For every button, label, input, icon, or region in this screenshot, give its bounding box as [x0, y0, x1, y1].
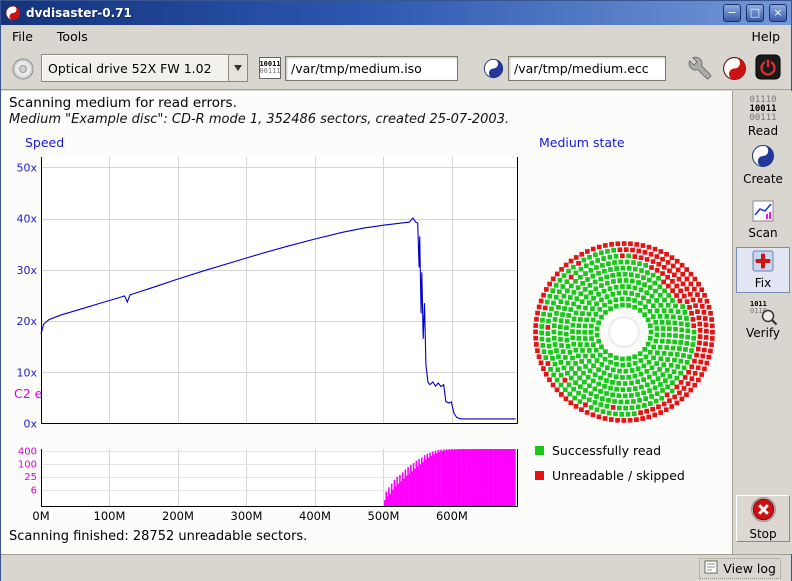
verify-button-label: Verify	[746, 326, 780, 340]
legend-read-label: Successfully read	[552, 443, 661, 458]
drive-selector[interactable]: Optical drive 52X FW 1.02	[41, 54, 248, 82]
svg-text:400M: 400M	[299, 509, 331, 523]
scan-result: Scanning finished: 28752 unreadable sect…	[9, 529, 307, 544]
menu-file[interactable]: File	[9, 28, 36, 45]
status-headline: Scanning medium for read errors.	[9, 95, 237, 111]
fix-button-label: Fix	[755, 276, 771, 290]
main-canvas: Scanning medium for read errors. Medium …	[1, 91, 732, 554]
create-button-label: Create	[743, 172, 783, 186]
scan-chart-icon	[752, 200, 774, 225]
view-log-button[interactable]: View log	[699, 558, 781, 579]
ecc-path-input[interactable]	[508, 56, 666, 81]
svg-text:0M: 0M	[32, 509, 49, 523]
svg-text:400: 400	[18, 447, 37, 458]
svg-text:100M: 100M	[94, 509, 126, 523]
medium-state-title: Medium state	[539, 135, 625, 150]
svg-text:50x: 50x	[16, 161, 37, 174]
scan-button-label: Scan	[748, 226, 777, 240]
svg-text:200M: 200M	[162, 509, 194, 523]
app-logo-icon	[5, 5, 21, 21]
drive-selector-value: Optical drive 52X FW 1.02	[42, 61, 228, 76]
iso-path-input[interactable]	[285, 56, 458, 81]
app-window: dvdisaster-0.71 − □ × File Tools Help Op…	[0, 0, 792, 581]
titlebar[interactable]: dvdisaster-0.71 − □ ×	[1, 1, 791, 25]
verify-button[interactable]: 1011 0110 Verify	[736, 297, 790, 343]
create-button[interactable]: Create	[736, 141, 790, 189]
svg-text:100: 100	[18, 459, 37, 470]
chevron-down-icon[interactable]	[228, 55, 247, 81]
verify-magnifier-icon: 1011 0110	[750, 301, 776, 325]
ecc-file-icon	[480, 55, 506, 81]
statusbar: View log	[1, 554, 791, 581]
preferences-wrench-icon[interactable]	[687, 55, 713, 81]
minimize-button[interactable]: −	[723, 4, 741, 22]
medium-state-disc	[531, 237, 717, 427]
scan-charts: 0x 10x 20x 30x 40x 50x 6 25 100400 0M 100M 200M 300M…	[1, 136, 531, 536]
fix-tool-icon	[752, 250, 774, 275]
toolbar: Optical drive 52X FW 1.02 10011 00111	[1, 47, 791, 90]
close-button[interactable]: ×	[769, 4, 787, 22]
legend-unreadable: Unreadable / skipped	[535, 468, 685, 483]
menu-help[interactable]: Help	[749, 28, 784, 45]
svg-text:500M: 500M	[368, 509, 400, 523]
bad-sector-swatch	[535, 471, 544, 480]
legend-unreadable-label: Unreadable / skipped	[552, 468, 685, 483]
stop-button[interactable]: Stop	[736, 495, 790, 542]
create-logo-icon	[751, 144, 775, 171]
window-title: dvdisaster-0.71	[26, 6, 718, 20]
stop-icon	[750, 496, 777, 526]
menu-tools[interactable]: Tools	[54, 28, 91, 45]
action-sidebar: 01110 10011 00111 Read Create Scan Fix	[732, 91, 792, 554]
menubar: File Tools Help	[1, 25, 791, 47]
svg-text:6: 6	[31, 485, 37, 496]
scan-button[interactable]: Scan	[736, 197, 790, 243]
svg-text:300M: 300M	[231, 509, 263, 523]
svg-text:0x: 0x	[23, 418, 37, 431]
svg-text:40x: 40x	[16, 213, 37, 226]
svg-text:20x: 20x	[16, 315, 37, 328]
binary-read-icon: 01110 10011 00111	[749, 96, 776, 123]
svg-text:25: 25	[24, 472, 37, 483]
svg-text:600M: 600M	[436, 509, 468, 523]
drive-icon	[10, 56, 36, 82]
view-log-label: View log	[723, 561, 776, 576]
legend-read: Successfully read	[535, 443, 661, 458]
read-button-label: Read	[748, 124, 778, 138]
log-icon	[704, 560, 718, 577]
medium-info: Medium "Example disc": CD-R mode 1, 3524…	[9, 112, 509, 127]
dvdisaster-logo-icon[interactable]	[721, 55, 747, 81]
fix-button[interactable]: Fix	[736, 247, 790, 293]
read-button[interactable]: 01110 10011 00111 Read	[736, 96, 790, 138]
good-sector-swatch	[535, 446, 544, 455]
svg-text:30x: 30x	[16, 264, 37, 277]
maximize-button[interactable]: □	[746, 4, 764, 22]
svg-text:10x: 10x	[16, 366, 37, 379]
stop-button-label: Stop	[749, 527, 776, 541]
quit-power-icon[interactable]	[755, 54, 781, 80]
iso-file-icon: 10011 00111	[259, 57, 281, 79]
